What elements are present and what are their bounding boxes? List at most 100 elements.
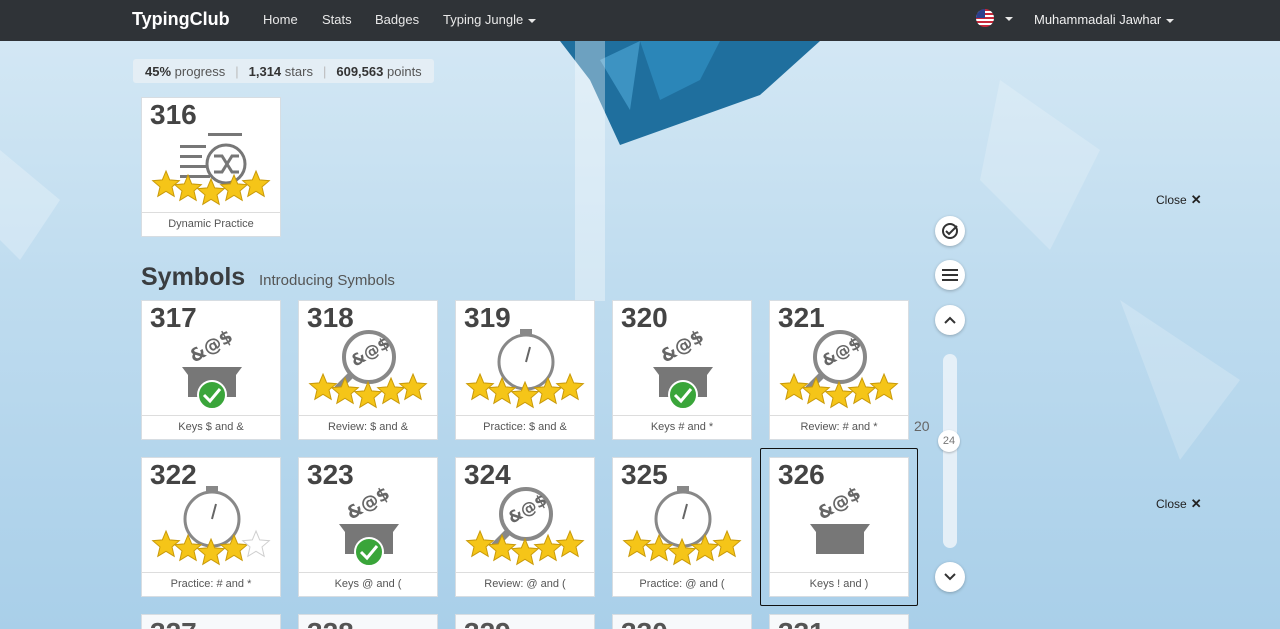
- lesson-title: Review: $ and &: [299, 415, 437, 439]
- lesson-card-319[interactable]: 319 Practice: $ and &: [455, 300, 595, 440]
- lesson-card-318[interactable]: 318 &@$ Review: $ and &: [298, 300, 438, 440]
- section-title: Symbols: [141, 263, 246, 291]
- lesson-card-323[interactable]: 323 &@$ Keys @ and (: [298, 457, 438, 597]
- check-circle-icon: [942, 223, 958, 239]
- top-navbar: TypingClub Home Stats Badges Typing Jung…: [0, 0, 1280, 41]
- symbol-box-icon: &@$: [339, 483, 399, 567]
- close-label: Close: [1156, 497, 1187, 511]
- nav-stats[interactable]: Stats: [322, 12, 352, 27]
- progress-check-button[interactable]: [935, 216, 965, 246]
- stopwatch-button-shape: [520, 329, 532, 334]
- star-filled-icon: [712, 529, 742, 558]
- menu-button[interactable]: [935, 260, 965, 290]
- lesson-card-316[interactable]: 316 Dynamic Practice: [141, 97, 281, 237]
- lesson-title: Keys # and *: [613, 415, 751, 439]
- brand-logo[interactable]: TypingClub: [132, 9, 230, 30]
- lesson-number: 327: [150, 617, 197, 629]
- lesson-title: Practice: # and *: [142, 572, 280, 596]
- stopwatch-icon: [622, 486, 742, 566]
- lesson-number: 330: [621, 617, 668, 629]
- lesson-title: Dynamic Practice: [142, 212, 280, 236]
- points-count: 609,563: [336, 63, 384, 79]
- star-filled-icon: [330, 376, 360, 405]
- scroll-up-button[interactable]: [935, 305, 965, 335]
- lesson-card-322[interactable]: 322 Practice: # and *: [141, 457, 281, 597]
- progress-summary: 45% progress | 1,314 stars | 609,563 poi…: [133, 59, 434, 83]
- chevron-up-icon: [944, 316, 956, 324]
- chevron-down-icon[interactable]: [1005, 17, 1013, 21]
- stars-label: stars: [284, 63, 313, 79]
- stopwatch-button-shape: [677, 486, 689, 491]
- star-filled-icon: [465, 529, 495, 558]
- star-filled-icon: [533, 533, 563, 562]
- lesson-title: Keys @ and (: [299, 572, 437, 596]
- star-filled-icon: [398, 372, 428, 401]
- stopwatch-icon: [151, 486, 271, 566]
- lesson-number: 329: [464, 617, 511, 629]
- progress-percent: 45%: [145, 63, 172, 79]
- close-label: Close: [1156, 193, 1187, 207]
- lesson-title: Keys $ and &: [142, 415, 280, 439]
- lesson-number: 331: [778, 617, 825, 629]
- magnifier-symbols-icon: &@$: [779, 330, 899, 409]
- dynamic-practice-icon: [151, 133, 271, 206]
- scroll-knob[interactable]: 24: [938, 430, 960, 452]
- star-filled-icon: [622, 529, 652, 558]
- lesson-card-331[interactable]: 331: [769, 614, 909, 629]
- lesson-card-321[interactable]: 321 &@$ Review: # and *: [769, 300, 909, 440]
- nav-badges[interactable]: Badges: [375, 12, 419, 27]
- star-filled-icon: [847, 376, 877, 405]
- star-filled-icon: [308, 372, 338, 401]
- magnifier-symbols-icon: &@$: [465, 487, 585, 566]
- points-label: points: [386, 63, 422, 79]
- chevron-down-icon: [528, 18, 537, 23]
- lesson-card-320[interactable]: 320 &@$ Keys # and *: [612, 300, 752, 440]
- stopwatch-icon: [465, 329, 585, 409]
- symbols-glyph: &@$: [343, 483, 394, 524]
- lesson-card-317[interactable]: 317 &@$ Keys $ and &: [141, 300, 281, 440]
- close-button-bottom[interactable]: Close ✕: [1156, 496, 1202, 512]
- lesson-card-330[interactable]: 330: [612, 614, 752, 629]
- nav-home[interactable]: Home: [263, 12, 298, 27]
- star-filled-icon: [801, 376, 831, 405]
- star-filled-icon: [173, 173, 203, 202]
- star-filled-icon: [151, 169, 181, 198]
- symbols-glyph: &@$: [657, 326, 708, 367]
- star-empty-icon: [241, 529, 271, 558]
- lesson-card-328[interactable]: 328: [298, 614, 438, 629]
- lesson-card-327[interactable]: 327: [141, 614, 281, 629]
- star-filled-icon: [376, 376, 406, 405]
- chevron-down-icon: [944, 573, 956, 581]
- star-filled-icon: [353, 380, 383, 409]
- star-filled-icon: [510, 537, 540, 566]
- scroll-down-button[interactable]: [935, 562, 965, 592]
- lesson-title: Review: # and *: [770, 415, 908, 439]
- lesson-number: 328: [307, 617, 354, 629]
- check-icon: [197, 380, 227, 410]
- star-filled-icon: [555, 372, 585, 401]
- close-button-top[interactable]: Close ✕: [1156, 192, 1202, 208]
- user-menu[interactable]: Muhammadali Jawhar: [1034, 12, 1175, 27]
- user-name: Muhammadali Jawhar: [1034, 12, 1162, 27]
- star-filled-icon: [487, 533, 517, 562]
- nav-typing-jungle[interactable]: Typing Jungle: [443, 12, 537, 27]
- lesson-card-325[interactable]: 325 Practice: @ and (: [612, 457, 752, 597]
- lesson-card-324[interactable]: 324 &@$ Review: @ and (: [455, 457, 595, 597]
- lesson-title: Practice: $ and &: [456, 415, 594, 439]
- star-filled-icon: [151, 529, 181, 558]
- star-filled-icon: [869, 372, 899, 401]
- magnifier-symbols-icon: &@$: [308, 330, 428, 409]
- hamburger-icon: [942, 269, 958, 281]
- stopwatch-button-shape: [206, 486, 218, 491]
- lesson-card-329[interactable]: 329: [455, 614, 595, 629]
- symbol-box-icon: &@$: [653, 326, 713, 410]
- progress-label: progress: [174, 63, 226, 79]
- close-icon: ✕: [1190, 496, 1202, 511]
- section-subtitle: Introducing Symbols: [259, 272, 395, 289]
- close-icon: ✕: [1190, 192, 1202, 207]
- chevron-down-icon: [1166, 18, 1175, 23]
- rail-count: 20: [914, 418, 930, 434]
- stars-count: 1,314: [248, 63, 282, 79]
- us-flag-icon[interactable]: [976, 9, 994, 27]
- lesson-title: Practice: @ and (: [613, 572, 751, 596]
